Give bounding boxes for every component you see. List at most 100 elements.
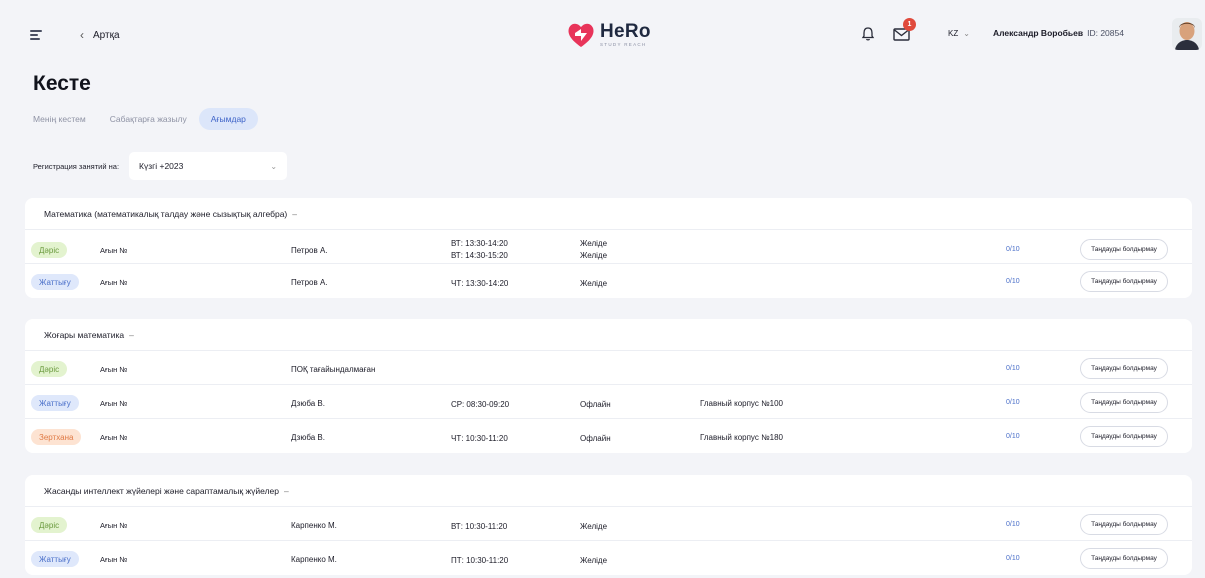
format-line: Желіде [580,239,608,248]
logo-name: HeRo [600,21,651,43]
cancel-selection-button[interactable]: Таңдауды болдырмау [1080,358,1168,379]
tab-streams[interactable]: Ағымдар [198,108,258,130]
time-cell: ЧТ: 10:30-11:20 [451,434,508,443]
cancel-selection-button[interactable]: Таңдауды болдырмау [1080,514,1168,535]
avatar-image [1172,18,1202,50]
chevron-down-icon: ⌄ [963,29,970,38]
group-cell: Ағын № [100,399,128,408]
course-header[interactable]: Жоғары математика – [25,319,1192,351]
type-badge: Жаттығу [31,274,79,290]
user-id: ID: 20854 [1087,28,1124,38]
group-cell: Ағын № [100,278,128,287]
time-cell: ВТ: 10:30-11:20 [451,522,508,531]
format-line: Желіде [580,251,608,260]
collapse-icon[interactable]: – [292,209,297,219]
cancel-selection-button[interactable]: Таңдауды болдырмау [1080,426,1168,447]
semester-value: Күзгі +2023 [139,161,184,171]
table-row: Дәріс Ағын № ПОҚ тағайындалмаған 0/10 Та… [25,351,1192,385]
tab-bar: Менің кестем Сабақтарға жазылу Ағымдар [33,108,258,130]
logo[interactable]: HeRo STUDY REACH [566,20,651,50]
teacher-cell: Карпенко М. [291,521,337,530]
registration-filter: Регистрация занятий на: Күзгі +2023 ⌄ [33,152,288,180]
seats-count: 0/10 [1006,365,1020,372]
type-badge: Зертхана [31,429,82,445]
type-badge: Дәріс [31,517,68,533]
mail-button[interactable]: 1 [893,18,916,42]
cancel-selection-button[interactable]: Таңдауды болдырмау [1080,239,1168,260]
course-title: Жасанды интеллект жүйелері және сараптам… [44,485,279,496]
format-cell: Желіде [580,522,608,531]
teacher-cell: Дзюба В. [291,399,325,408]
notification-badge: 1 [903,18,916,31]
format-cell: Желіде [580,279,608,288]
cancel-selection-button[interactable]: Таңдауды болдырмау [1080,548,1168,569]
room-cell: Главный корпус №100 [700,399,783,408]
chevron-down-icon: ⌄ [270,161,278,171]
language-value: KZ [948,29,959,38]
course-header[interactable]: Математика (математикалық талдау және сы… [25,198,1192,230]
seats-count: 0/10 [1006,399,1020,406]
page-title: Кесте [33,72,91,95]
teacher-cell: ПОҚ тағайындалмаған [291,365,376,374]
bell-icon[interactable] [860,26,876,42]
course-title: Математика (математикалық талдау және сы… [44,208,288,219]
group-cell: Ағын № [100,555,128,564]
course-card: Математика (математикалық талдау және сы… [25,198,1192,298]
language-select[interactable]: KZ ⌄ [948,29,970,38]
table-row: Зертхана Ағын № Дзюба В. ЧТ: 10:30-11:20… [25,419,1192,453]
cancel-selection-button[interactable]: Таңдауды болдырмау [1080,271,1168,292]
seats-count: 0/10 [1006,555,1020,562]
seats-count: 0/10 [1006,246,1020,253]
time-line: ВТ: 13:30-14:20 [451,239,508,248]
back-label: Артқа [93,29,120,41]
course-title: Жоғары математика [44,329,125,340]
menu-icon[interactable] [30,30,42,40]
teacher-cell: Дзюба В. [291,433,325,442]
group-cell: Ағын № [100,433,128,442]
avatar[interactable] [1172,18,1202,50]
collapse-icon[interactable]: – [129,330,134,340]
tab-my-schedule[interactable]: Менің кестем [33,108,98,130]
logo-subtitle: STUDY REACH [600,42,647,48]
time-cell: ВТ: 13:30-14:20 ВТ: 14:30-15:20 [451,238,508,262]
back-link[interactable]: ‹ Артқа [80,28,120,42]
group-cell: Ағын № [100,246,128,255]
teacher-cell: Петров А. [291,278,328,287]
time-cell: ЧТ: 13:30-14:20 [451,279,509,288]
course-header[interactable]: Жасанды интеллект жүйелері және сараптам… [25,475,1192,507]
top-bar: ‹ Артқа HeRo STUDY REACH 1 KZ ⌄ Александр… [0,0,1205,68]
table-row: Жаттығу Ағын № Карпенко М. ПТ: 10:30-11:… [25,541,1192,575]
user-info[interactable]: Александр Воробьев ID: 20854 [993,28,1124,38]
type-badge: Жаттығу [31,551,79,567]
user-name: Александр Воробьев [993,28,1084,38]
semester-select[interactable]: Күзгі +2023 ⌄ [129,152,288,180]
table-row: Жаттығу Ағын № Петров А. ЧТ: 13:30-14:20… [25,264,1192,298]
course-card: Жоғары математика – Дәріс Ағын № ПОҚ таға… [25,319,1192,453]
seats-count: 0/10 [1006,521,1020,528]
group-cell: Ағын № [100,365,128,374]
table-row: Жаттығу Ағын № Дзюба В. СР: 08:30-09:20 … [25,385,1192,419]
tab-course-registration[interactable]: Сабақтарға жазылу [98,108,199,130]
collapse-icon[interactable]: – [284,486,289,496]
time-cell: ПТ: 10:30-11:20 [451,556,509,565]
teacher-cell: Карпенко М. [291,555,337,564]
seats-count: 0/10 [1006,278,1020,285]
group-cell: Ағын № [100,521,128,530]
seats-count: 0/10 [1006,433,1020,440]
type-badge: Дәріс [31,242,68,258]
type-badge: Дәріс [31,361,68,377]
teacher-cell: Петров А. [291,246,328,255]
room-cell: Главный корпус №180 [700,433,783,442]
type-badge: Жаттығу [31,395,79,411]
format-cell: Офлайн [580,434,611,443]
time-cell: СР: 08:30-09:20 [451,400,510,409]
chevron-left-icon: ‹ [80,28,84,42]
course-card: Жасанды интеллект жүйелері және сараптам… [25,475,1192,575]
cancel-selection-button[interactable]: Таңдауды болдырмау [1080,392,1168,413]
time-line: ВТ: 14:30-15:20 [451,251,508,260]
logo-mark-icon [568,23,594,47]
table-row: Дәріс Ағын № Петров А. ВТ: 13:30-14:20 ВТ… [25,230,1192,264]
format-cell: Желіде [580,556,608,565]
table-row: Дәріс Ағын № Карпенко М. ВТ: 10:30-11:20… [25,507,1192,541]
registration-label: Регистрация занятий на: [33,161,120,171]
